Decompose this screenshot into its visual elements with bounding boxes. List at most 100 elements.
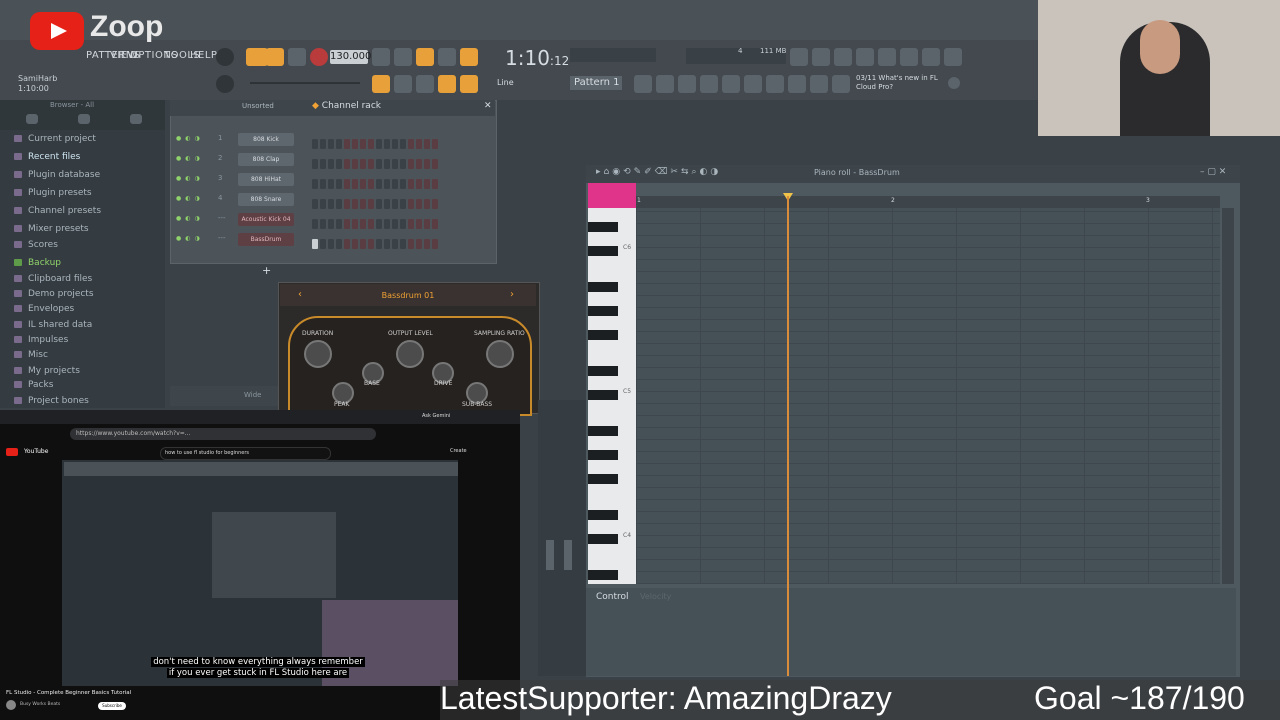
step-sequencer-row[interactable] xyxy=(312,154,440,169)
chat-icon[interactable] xyxy=(922,48,940,66)
tools-icon[interactable] xyxy=(812,48,830,66)
refresh-icon[interactable] xyxy=(790,48,808,66)
event-editor[interactable] xyxy=(586,588,1236,676)
youtube-search-input[interactable]: how to use fl studio for beginners xyxy=(160,447,331,460)
step-button[interactable] xyxy=(384,199,390,209)
step-button[interactable] xyxy=(360,239,366,249)
step-button[interactable] xyxy=(400,139,406,149)
step-button[interactable] xyxy=(368,219,374,229)
channel-number[interactable]: 1 xyxy=(218,134,222,142)
step-button[interactable] xyxy=(344,179,350,189)
step-sequencer-row[interactable] xyxy=(312,174,440,189)
download-icon[interactable] xyxy=(944,48,962,66)
step-button[interactable] xyxy=(400,159,406,169)
step-button[interactable] xyxy=(408,179,414,189)
tempo-display[interactable]: 130.000 xyxy=(330,50,371,64)
browser-item[interactable]: Current project xyxy=(14,134,96,144)
channel-number[interactable]: 3 xyxy=(218,174,222,182)
step-button[interactable] xyxy=(384,239,390,249)
youtube-icon[interactable] xyxy=(6,448,18,456)
step-button[interactable] xyxy=(408,239,414,249)
channel-name-button[interactable]: Acoustic Kick 04 xyxy=(238,213,294,226)
step-button[interactable] xyxy=(368,179,374,189)
youtube-wordmark[interactable]: YouTube xyxy=(24,448,48,455)
video-title[interactable]: FL Studio - Complete Beginner Basics Tut… xyxy=(6,690,131,696)
arrow-icon[interactable] xyxy=(394,75,412,93)
add-channel-button[interactable]: + xyxy=(262,264,271,277)
black-key[interactable] xyxy=(588,534,618,544)
step-button[interactable] xyxy=(368,139,374,149)
step-button[interactable] xyxy=(352,199,358,209)
timeline-ruler[interactable] xyxy=(636,196,1220,208)
step-button[interactable] xyxy=(312,139,318,149)
step-button[interactable] xyxy=(352,219,358,229)
step-button[interactable] xyxy=(392,179,398,189)
black-key[interactable] xyxy=(588,222,618,232)
step-button[interactable] xyxy=(344,219,350,229)
pattern-selector[interactable]: Pattern 1 xyxy=(570,76,622,90)
black-key[interactable] xyxy=(588,426,618,436)
browser-item[interactable]: Impulses xyxy=(14,335,68,345)
step-button[interactable] xyxy=(384,159,390,169)
step-button[interactable] xyxy=(432,199,438,209)
step-button[interactable] xyxy=(320,239,326,249)
browser-item[interactable]: IL shared data xyxy=(14,320,92,330)
step-button[interactable] xyxy=(392,239,398,249)
step-button[interactable] xyxy=(344,159,350,169)
step-sequencer-row[interactable] xyxy=(312,194,440,209)
step-button[interactable] xyxy=(312,239,318,249)
browser-item[interactable]: My projects xyxy=(14,366,80,376)
step-button[interactable] xyxy=(352,159,358,169)
step-button[interactable] xyxy=(368,239,374,249)
browser-item[interactable]: Scores xyxy=(14,240,58,250)
step-button[interactable] xyxy=(432,179,438,189)
window-controls[interactable]: – ▢ ✕ xyxy=(1200,167,1226,177)
channel-number[interactable]: --- xyxy=(218,234,226,242)
master-pitch-knob[interactable] xyxy=(216,75,234,93)
snap-icon[interactable] xyxy=(372,75,390,93)
black-key[interactable] xyxy=(588,450,618,460)
step-button[interactable] xyxy=(320,199,326,209)
step-button[interactable] xyxy=(376,159,382,169)
step-button[interactable] xyxy=(312,199,318,209)
step-button[interactable] xyxy=(384,139,390,149)
step-button[interactable] xyxy=(408,199,414,209)
step-button[interactable] xyxy=(320,159,326,169)
playlist-icon[interactable] xyxy=(634,75,652,93)
step-button[interactable] xyxy=(328,159,334,169)
channel-mute-pan-vol-icon[interactable]: ●◐◑ xyxy=(176,175,204,182)
step-button[interactable] xyxy=(336,219,342,229)
channel-mute-pan-vol-icon[interactable]: ●◐◑ xyxy=(176,155,204,162)
black-key[interactable] xyxy=(588,366,618,376)
step-button[interactable] xyxy=(392,159,398,169)
channel-mute-pan-vol-icon[interactable]: ●◐◑ xyxy=(176,195,204,202)
channel-name[interactable]: Busy Works Beats xyxy=(20,702,60,707)
channel-name-button[interactable]: BassDrum xyxy=(238,233,294,246)
step-button[interactable] xyxy=(328,239,334,249)
channel-number[interactable]: 4 xyxy=(218,194,222,202)
channel-rack-icon[interactable] xyxy=(678,75,696,93)
step-button[interactable] xyxy=(424,239,430,249)
mixer-view-label[interactable]: Wide xyxy=(244,391,261,399)
step-button[interactable] xyxy=(360,159,366,169)
pencil-icon[interactable] xyxy=(416,75,434,93)
record-options-icon[interactable] xyxy=(810,75,828,93)
wait-input-icon[interactable] xyxy=(394,48,412,66)
step-button[interactable] xyxy=(416,179,422,189)
step-button[interactable] xyxy=(360,179,366,189)
step-button[interactable] xyxy=(360,139,366,149)
step-button[interactable] xyxy=(416,239,422,249)
rack-filter[interactable]: Unsorted xyxy=(242,102,274,110)
step-button[interactable] xyxy=(376,239,382,249)
step-button[interactable] xyxy=(384,219,390,229)
step-button[interactable] xyxy=(328,139,334,149)
step-button[interactable] xyxy=(320,179,326,189)
browser-item[interactable]: Backup xyxy=(14,258,61,268)
address-bar[interactable]: https://www.youtube.com/watch?v=... xyxy=(70,428,376,440)
stop-button[interactable] xyxy=(288,48,306,66)
blend-notes-icon[interactable] xyxy=(460,48,478,66)
browser-item[interactable]: Recent files xyxy=(14,152,80,162)
note-grid[interactable] xyxy=(636,208,1220,584)
plugin-icon[interactable] xyxy=(766,75,784,93)
step-button[interactable] xyxy=(368,199,374,209)
